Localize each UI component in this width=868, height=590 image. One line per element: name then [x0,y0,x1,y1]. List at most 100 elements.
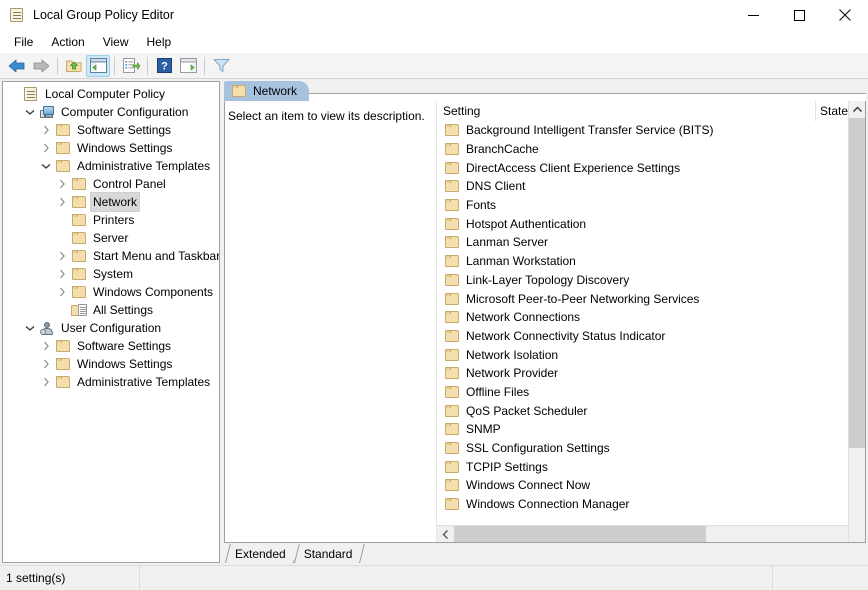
chevron-right-icon[interactable] [54,265,70,283]
tree-item-administrative-templates[interactable]: Administrative Templates [3,157,219,175]
tree-item-icon [70,283,88,301]
settings-list-row[interactable]: DirectAccess Client Experience Settings [437,158,865,177]
folder-icon [445,236,459,249]
settings-list-row[interactable]: Link-Layer Topology Discovery [437,271,865,290]
settings-list-row[interactable]: Microsoft Peer-to-Peer Networking Servic… [437,289,865,308]
export-list-icon[interactable] [119,55,143,77]
description-pane: Select an item to view its description. [225,101,436,542]
up-one-level-icon[interactable] [62,55,86,77]
settings-list-row-label: Network Provider [466,366,559,381]
tree-item-start-menu-and-taskbar[interactable]: Start Menu and Taskbar [3,247,219,265]
settings-list-row[interactable]: Network Connections [437,308,865,327]
chevron-right-icon[interactable] [38,355,54,373]
folder-icon [445,479,459,492]
tree-item-all-settings[interactable]: All Settings [3,301,219,319]
policy-scroll-icon [9,7,25,23]
settings-list-row[interactable]: Network Provider [437,364,865,383]
settings-list-row[interactable]: Lanman Server [437,233,865,252]
menu-help[interactable]: Help [138,32,181,52]
tree-item-control-panel[interactable]: Control Panel [3,175,219,193]
settings-list-row[interactable]: Lanman Workstation [437,252,865,271]
settings-list-row[interactable]: Hotspot Authentication [437,214,865,233]
settings-list-row-label: Lanman Server [466,235,549,250]
horizontal-scrollbar[interactable] [437,525,865,542]
menu-file[interactable]: File [5,32,42,52]
chevron-right-icon[interactable] [54,283,70,301]
minimize-button[interactable] [730,0,776,30]
pane-tab-network[interactable]: Network [224,81,310,101]
settings-list-row-label: QoS Packet Scheduler [466,403,588,418]
settings-list-row[interactable]: Windows Connection Manager [437,495,865,514]
settings-list-row-label: Fonts [466,198,497,213]
chevron-down-icon[interactable] [22,103,38,121]
tree-item-windows-settings[interactable]: Windows Settings [3,139,219,157]
settings-list-row[interactable]: BranchCache [437,140,865,159]
tree-item-network[interactable]: Network [3,192,219,212]
chevron-right-icon[interactable] [54,247,70,265]
forward-icon[interactable] [29,55,53,77]
chevron-right-icon[interactable] [38,139,54,157]
show-hide-console-tree-icon[interactable] [86,54,110,77]
tree-item-label: Administrative Templates [77,159,211,173]
filter-icon[interactable] [209,55,233,77]
chevron-right-icon[interactable] [54,193,70,211]
settings-list-row[interactable]: Offline Files [437,383,865,402]
vertical-scroll-thumb[interactable] [849,118,865,448]
chevron-right-icon[interactable] [54,175,70,193]
tree-item-computer-configuration[interactable]: Computer Configuration [3,103,219,121]
settings-list-row-label: Windows Connect Now [466,478,591,493]
vertical-scrollbar[interactable] [848,101,865,542]
chevron-down-icon[interactable] [38,157,54,175]
settings-list-row[interactable]: Network Connectivity Status Indicator [437,327,865,346]
settings-list-row[interactable]: Windows Connect Now [437,476,865,495]
tree-item-system[interactable]: System [3,265,219,283]
show-hide-action-pane-icon[interactable] [176,55,200,77]
tree-item-windows-components[interactable]: Windows Components [3,283,219,301]
chevron-right-icon[interactable] [38,337,54,355]
tab-extended[interactable]: Extended [225,544,294,563]
tree-item-administrative-templates[interactable]: Administrative Templates [3,373,219,391]
tree-item-software-settings[interactable]: Software Settings [3,121,219,139]
back-icon[interactable] [5,55,29,77]
settings-list-row[interactable]: Fonts [437,196,865,215]
close-button[interactable] [822,0,868,30]
tree-item-icon [22,85,40,103]
chevron-right-icon[interactable] [38,121,54,139]
folder-icon [445,217,459,230]
menu-action[interactable]: Action [42,32,93,52]
sort-caret-up-icon[interactable] [849,101,865,118]
scroll-left-arrow-icon[interactable] [437,526,454,542]
folder-icon [445,199,459,212]
folder-icon [445,161,459,174]
settings-list-row[interactable]: QoS Packet Scheduler [437,401,865,420]
horizontal-scroll-thumb[interactable] [454,526,706,542]
status-bar: 1 setting(s) [0,565,868,590]
column-header-setting[interactable]: Setting [437,101,816,121]
maximize-button[interactable] [776,0,822,30]
settings-list-row[interactable]: DNS Client [437,177,865,196]
chevron-right-icon[interactable] [38,373,54,391]
chevron-down-icon[interactable] [22,319,38,337]
help-icon[interactable]: ? [152,55,176,77]
tree-item-software-settings[interactable]: Software Settings [3,337,219,355]
settings-list-row[interactable]: TCPIP Settings [437,457,865,476]
local-group-policy-editor-window: Local Group Policy Editor File Action Vi… [0,0,868,590]
tree-item-windows-settings[interactable]: Windows Settings [3,355,219,373]
folder-icon [72,232,86,244]
tree-item-printers[interactable]: Printers [3,211,219,229]
settings-list-row[interactable]: Background Intelligent Transfer Service … [437,121,865,140]
menu-view[interactable]: View [94,32,138,52]
tree-item-local-computer-policy[interactable]: Local Computer Policy [3,85,219,103]
settings-list-row[interactable]: Network Isolation [437,345,865,364]
tab-extended-label: Extended [235,546,286,561]
tab-standard[interactable]: Standard [293,544,361,563]
settings-list-row-label: Network Connections [466,310,581,325]
console-tree-pane: Local Computer Policy Computer Configurat… [2,81,220,563]
settings-list-row-label: SSL Configuration Settings [466,441,610,456]
tree-item-user-configuration[interactable]: User Configuration [3,319,219,337]
tree-item-label: Printers [93,213,135,227]
tree-item-server[interactable]: Server [3,229,219,247]
settings-list-row[interactable]: SNMP [437,420,865,439]
horizontal-scroll-track[interactable] [454,526,848,542]
settings-list-row[interactable]: SSL Configuration Settings [437,439,865,458]
